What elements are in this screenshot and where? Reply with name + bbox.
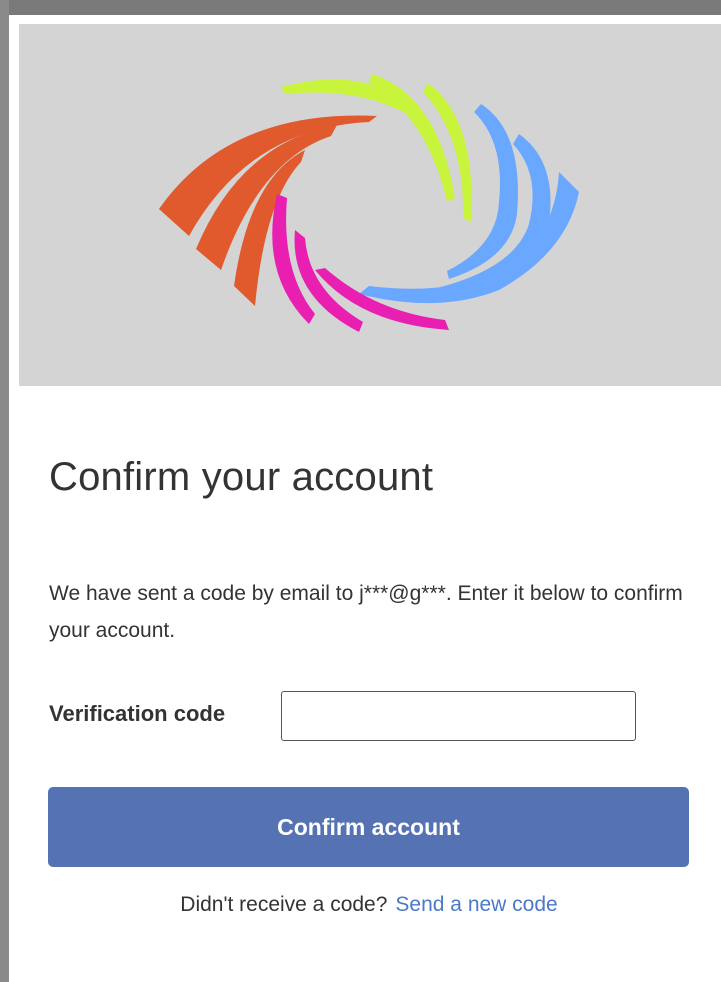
window-frame-top (0, 0, 721, 15)
window-frame-gap (9, 15, 19, 982)
banner-gap (9, 15, 721, 24)
window-frame-left (0, 0, 9, 982)
logo-lime-arc (423, 83, 472, 222)
page-title: Confirm your account (49, 455, 434, 499)
logo-banner (19, 24, 721, 386)
confirmation-message: We have sent a code by email to j***@g**… (49, 582, 683, 642)
confirm-account-button[interactable]: Confirm account (48, 787, 689, 867)
verification-code-label: Verification code (49, 701, 226, 726)
resend-prompt: Didn't receive a code? (180, 893, 388, 916)
verification-code-input[interactable] (281, 691, 636, 741)
send-new-code-link[interactable]: Send a new code (395, 893, 557, 916)
resend-code-row: Didn't receive a code? Send a new code (0, 893, 721, 917)
swirl-eye-logo-icon (159, 74, 579, 332)
